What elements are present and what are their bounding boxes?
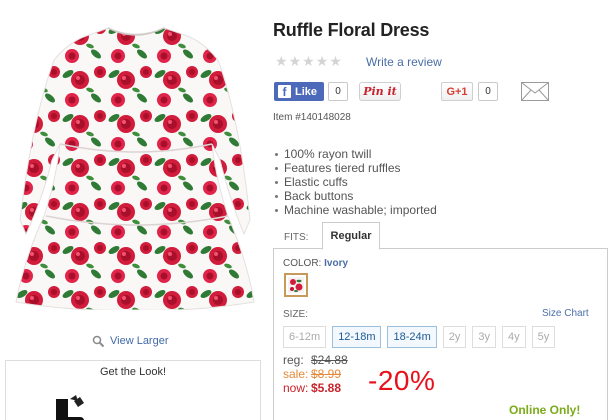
product-details: Ruffle Floral Dress ★ ★ ★ ★ ★ Write a re…: [273, 0, 608, 420]
sale-price-row: sale: $8.99: [283, 367, 348, 381]
fits-label: FITS:: [284, 232, 309, 243]
sale-price-label: sale:: [283, 367, 309, 381]
price-block: reg: $24.88 sale: $8.99 now: $5.88: [283, 353, 348, 395]
email-icon[interactable]: [521, 82, 549, 101]
facebook-like-label: Like: [295, 85, 318, 98]
facebook-icon: f: [278, 85, 291, 99]
now-price-label: now:: [283, 381, 309, 395]
dress-illustration: [15, 27, 255, 311]
product-image[interactable]: [14, 20, 258, 311]
view-larger-label: View Larger: [110, 335, 169, 347]
list-item: 100% rayon twill: [273, 147, 437, 161]
star-icon: ★: [275, 54, 288, 70]
size-chart-link[interactable]: Size Chart: [542, 308, 589, 319]
now-price-row: now: $5.88: [283, 381, 348, 395]
list-item: Back buttons: [273, 189, 437, 203]
size-option[interactable]: 12-18m: [332, 326, 382, 348]
get-the-look-panel: Get the Look!: [5, 360, 261, 420]
list-item: Features tiered ruffles: [273, 161, 437, 175]
product-title: Ruffle Floral Dress: [273, 20, 430, 40]
color-label-text: COLOR:: [283, 258, 322, 269]
star-icon: ★: [302, 54, 315, 70]
magnifier-icon: [92, 335, 105, 348]
size-option: 5y: [531, 326, 556, 348]
size-option: 2y: [442, 326, 467, 348]
fits-tabs: FITS: Regular: [273, 222, 608, 250]
regular-price-label: reg:: [283, 353, 304, 367]
star-icon: ★: [288, 54, 302, 70]
regular-price: $24.88: [311, 353, 348, 367]
google-plus-count: 0: [478, 82, 498, 101]
size-option: 4y: [502, 326, 526, 348]
write-review-link[interactable]: Write a review: [366, 55, 442, 69]
item-number: Item #140148028: [273, 112, 351, 123]
tab-regular[interactable]: Regular: [322, 222, 380, 250]
color-label: COLOR: Ivory: [283, 258, 348, 269]
view-larger-link[interactable]: View Larger: [92, 333, 169, 349]
boots-thumbnail[interactable]: [50, 395, 96, 420]
size-label: SIZE:: [283, 309, 309, 320]
size-option: 3y: [472, 326, 497, 348]
options-panel: COLOR: Ivory SIZE: Size Chart 6-12m 12-1…: [273, 249, 608, 420]
star-icon: ★: [315, 54, 329, 70]
size-options: 6-12m 12-18m 18-24m 2y 3y 4y 5y: [283, 326, 556, 348]
sale-price: $8.99: [311, 367, 342, 381]
list-item: Elastic cuffs: [273, 175, 437, 189]
now-price: $5.88: [311, 381, 342, 395]
list-item: Machine washable; imported: [273, 203, 437, 217]
size-option[interactable]: 18-24m: [387, 326, 437, 348]
feature-list: 100% rayon twill Features tiered ruffles…: [273, 147, 437, 217]
size-option: 6-12m: [283, 326, 327, 348]
discount-badge: -20%: [368, 365, 436, 396]
online-only-label: Online Only!: [509, 403, 581, 417]
pin-it-button[interactable]: Pin it: [359, 82, 401, 101]
get-the-look-title: Get the Look!: [99, 366, 167, 378]
google-plus-button[interactable]: G+1: [441, 82, 473, 101]
facebook-like-button[interactable]: f Like: [274, 82, 324, 101]
facebook-like-count: 0: [328, 82, 348, 101]
regular-price-row: reg: $24.88: [283, 353, 348, 367]
color-swatch-ivory[interactable]: [284, 273, 308, 297]
selected-color-name: Ivory: [324, 258, 349, 269]
rating-stars[interactable]: ★ ★ ★ ★ ★: [275, 55, 342, 69]
star-icon: ★: [329, 54, 342, 70]
